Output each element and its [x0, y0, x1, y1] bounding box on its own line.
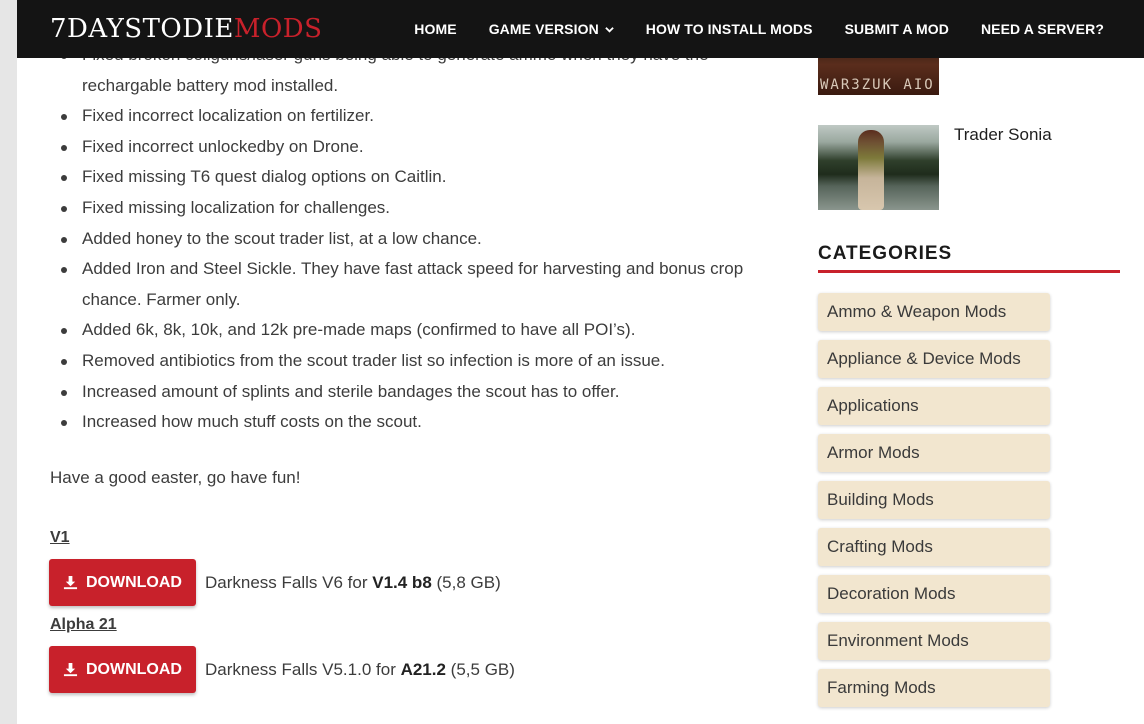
list-item: Added 6k, 8k, 10k, and 12k pre-made maps…: [50, 315, 770, 346]
download-row-alpha21: DOWNLOAD Darkness Falls V5.1.0 for A21.2…: [49, 646, 515, 693]
category-ammo-weapon-mods[interactable]: Ammo & Weapon Mods: [818, 293, 1050, 331]
list-item: Fixed incorrect unlockedby on Drone.: [50, 132, 770, 163]
site-logo[interactable]: 7DAYSTODIEMODS: [50, 14, 322, 44]
main-nav: HOME GAME VERSION HOW TO INSTALL MODS SU…: [414, 0, 1104, 58]
site-header: 7DAYSTODIEMODS HOME GAME VERSION HOW TO …: [17, 0, 1144, 58]
category-armor-mods[interactable]: Armor Mods: [818, 434, 1050, 472]
nav-submit-a-mod[interactable]: SUBMIT A MOD: [845, 21, 949, 37]
changelog-section: Fixed broken coilguns/laser guns being a…: [50, 40, 770, 438]
category-appliance-device-mods[interactable]: Appliance & Device Mods: [818, 340, 1050, 378]
download-icon: [63, 575, 78, 590]
nav-how-to-install-mods[interactable]: HOW TO INSTALL MODS: [646, 21, 813, 37]
list-item: Added honey to the scout trader list, at…: [50, 224, 770, 255]
post-title-link[interactable]: Trader Sonia: [954, 125, 1052, 145]
download-button-alpha21[interactable]: DOWNLOAD: [49, 646, 196, 693]
list-item: Fixed missing T6 quest dialog options on…: [50, 162, 770, 193]
list-item: Removed antibiotics from the scout trade…: [50, 346, 770, 377]
game-version: A21.2: [400, 659, 446, 679]
download-button-label: DOWNLOAD: [86, 573, 182, 591]
download-description: Darkness Falls V5.1.0 for A21.2 (5,5 GB): [205, 659, 515, 679]
chevron-down-icon: [605, 26, 614, 33]
category-decoration-mods[interactable]: Decoration Mods: [818, 575, 1050, 613]
category-environment-mods[interactable]: Environment Mods: [818, 622, 1050, 660]
categories-list: Ammo & Weapon Mods Appliance & Device Mo…: [818, 293, 1050, 716]
game-version: V1.4 b8: [372, 572, 432, 592]
closing-text: Have a good easter, go have fun!: [50, 468, 301, 487]
character-figure: [858, 130, 884, 210]
list-item: Fixed incorrect localization on fertiliz…: [50, 101, 770, 132]
category-crafting-mods[interactable]: Crafting Mods: [818, 528, 1050, 566]
category-building-mods[interactable]: Building Mods: [818, 481, 1050, 519]
nav-home[interactable]: HOME: [414, 21, 456, 37]
download-button-v1[interactable]: DOWNLOAD: [49, 559, 196, 606]
download-button-label: DOWNLOAD: [86, 660, 182, 678]
version-label-v1[interactable]: V1: [50, 529, 70, 547]
category-farming-mods[interactable]: Farming Mods: [818, 669, 1050, 707]
download-row-v1: DOWNLOAD Darkness Falls V6 for V1.4 b8 (…: [49, 559, 501, 606]
category-applications[interactable]: Applications: [818, 387, 1050, 425]
categories-divider: [818, 270, 1120, 273]
list-item: Increased how much stuff costs on the sc…: [50, 407, 770, 438]
download-icon: [63, 662, 78, 677]
list-item: Added Iron and Steel Sickle. They have f…: [50, 254, 770, 315]
download-description: Darkness Falls V6 for V1.4 b8 (5,8 GB): [205, 572, 501, 592]
changelog-list: Fixed broken coilguns/laser guns being a…: [50, 40, 770, 438]
post-thumbnail-trader-sonia[interactable]: [818, 125, 939, 210]
nav-game-version[interactable]: GAME VERSION: [489, 21, 614, 37]
categories-heading: CATEGORIES: [818, 243, 953, 264]
version-label-alpha21[interactable]: Alpha 21: [50, 616, 117, 634]
list-item: Fixed missing localization for challenge…: [50, 193, 770, 224]
nav-need-a-server[interactable]: NEED A SERVER?: [981, 21, 1104, 37]
list-item: Increased amount of splints and sterile …: [50, 377, 770, 408]
